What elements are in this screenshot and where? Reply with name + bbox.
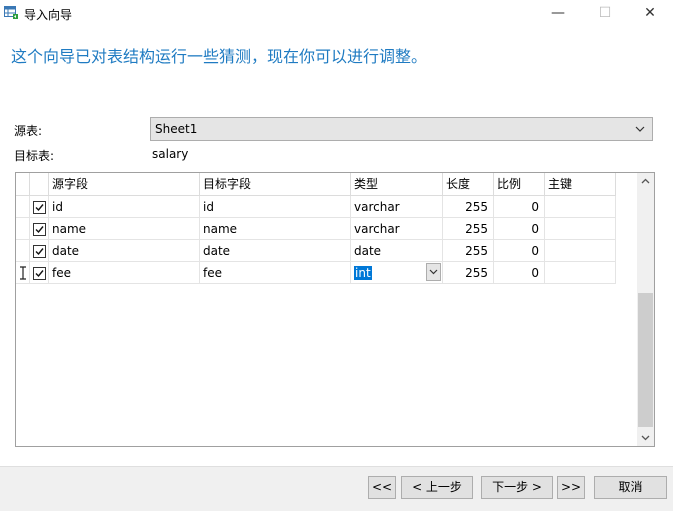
source-field-cell[interactable]: name <box>49 218 200 240</box>
table-import-icon <box>4 6 18 19</box>
target-field-cell[interactable]: fee <box>200 262 351 284</box>
type-combobox[interactable]: int <box>351 262 443 284</box>
type-cell[interactable]: varchar <box>351 196 443 218</box>
primary-key-cell[interactable] <box>545 218 616 240</box>
column-header-source-field[interactable]: 源字段 <box>49 173 200 196</box>
source-table-value: Sheet1 <box>155 122 198 136</box>
text-cursor-icon <box>20 266 26 280</box>
target-table-label: 目标表: <box>14 149 55 163</box>
length-cell[interactable]: 255 <box>443 196 494 218</box>
row-checkbox[interactable] <box>30 262 49 284</box>
chevron-down-icon <box>429 269 438 275</box>
scale-cell[interactable]: 0 <box>494 196 545 218</box>
close-button[interactable]: ✕ <box>627 0 673 28</box>
column-header-scale[interactable]: 比例 <box>494 173 545 196</box>
source-field-cell[interactable]: id <box>49 196 200 218</box>
checkbox-checked-icon <box>33 267 46 280</box>
source-table-select[interactable]: Sheet1 <box>150 117 653 141</box>
window-title: 导入向导 <box>24 8 73 22</box>
chevron-down-icon <box>635 126 645 132</box>
column-header-length[interactable]: 长度 <box>443 173 494 196</box>
vertical-scrollbar[interactable] <box>637 173 654 446</box>
checkbox-checked-icon <box>33 245 46 258</box>
minimize-button[interactable]: — <box>535 0 581 28</box>
next-button[interactable]: 下一步 > <box>481 476 553 499</box>
type-dropdown-button[interactable] <box>426 263 441 281</box>
row-checkbox[interactable] <box>30 196 49 218</box>
source-field-cell[interactable]: fee <box>49 262 200 284</box>
scale-cell[interactable]: 0 <box>494 262 545 284</box>
length-cell[interactable]: 255 <box>443 218 494 240</box>
length-cell[interactable]: 255 <box>443 240 494 262</box>
target-field-cell[interactable]: name <box>200 218 351 240</box>
primary-key-cell[interactable] <box>545 240 616 262</box>
previous-button[interactable]: < 上一步 <box>401 476 473 499</box>
length-cell[interactable]: 255 <box>443 262 494 284</box>
cancel-button[interactable]: 取消 <box>594 476 667 499</box>
row-indicator <box>16 240 30 262</box>
primary-key-cell[interactable] <box>545 196 616 218</box>
wizard-heading: 这个向导已对表结构运行一些猜测，现在你可以进行调整。 <box>11 47 428 66</box>
row-indicator-header <box>16 173 30 196</box>
row-indicator <box>16 262 30 284</box>
source-field-cell[interactable]: date <box>49 240 200 262</box>
first-step-button[interactable]: << <box>368 476 396 499</box>
checkbox-checked-icon <box>33 223 46 236</box>
row-checkbox[interactable] <box>30 240 49 262</box>
target-table-value: salary <box>152 147 189 161</box>
column-header-target-field[interactable]: 目标字段 <box>200 173 351 196</box>
type-cell[interactable]: varchar <box>351 218 443 240</box>
type-cell[interactable]: date <box>351 240 443 262</box>
scale-cell[interactable]: 0 <box>494 240 545 262</box>
type-selected-text: int <box>354 266 372 280</box>
checkbox-checked-icon <box>33 201 46 214</box>
scroll-up-icon[interactable] <box>637 173 654 190</box>
target-field-cell[interactable]: id <box>200 196 351 218</box>
primary-key-cell[interactable] <box>545 262 616 284</box>
source-table-label: 源表: <box>14 124 43 138</box>
scale-cell[interactable]: 0 <box>494 218 545 240</box>
row-indicator <box>16 196 30 218</box>
column-header-type[interactable]: 类型 <box>351 173 443 196</box>
field-mapping-grid[interactable]: 源字段 目标字段 类型 长度 比例 主键 id id varchar 255 0… <box>15 172 655 447</box>
column-header-primary-key[interactable]: 主键 <box>545 173 616 196</box>
row-indicator <box>16 218 30 240</box>
row-checkbox[interactable] <box>30 218 49 240</box>
scrollbar-thumb[interactable] <box>638 293 653 427</box>
maximize-button: ☐ <box>598 5 612 21</box>
target-field-cell[interactable]: date <box>200 240 351 262</box>
checkbox-header <box>30 173 49 196</box>
title-bar: 导入向导 — ☐ ✕ <box>0 0 673 28</box>
last-step-button[interactable]: >> <box>557 476 585 499</box>
scroll-down-icon[interactable] <box>637 429 654 446</box>
